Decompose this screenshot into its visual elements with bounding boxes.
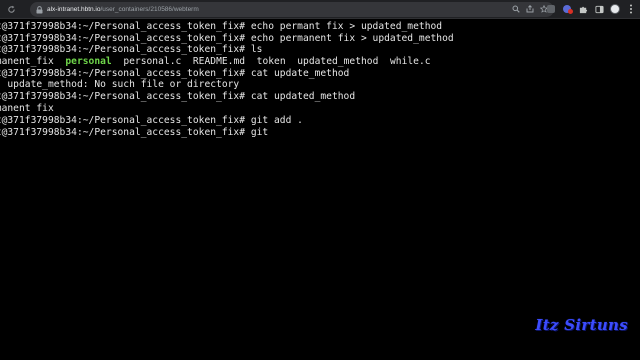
browser-toolbar: alx-intranet.hbtn.io /user_containers/21…: [0, 0, 640, 19]
zoom-icon-svg: [512, 5, 520, 13]
toolbar-actions: [546, 3, 636, 15]
terminal-line: rmanent fix: [0, 102, 54, 114]
terminal-output: ot@371f37998b34:~/Personal_access_token_…: [0, 21, 454, 138]
lock-icon-svg: [36, 5, 42, 13]
extension-box-icon: [547, 5, 555, 13]
address-bar[interactable]: alx-intranet.hbtn.io /user_containers/21…: [30, 2, 554, 17]
nav-buttons: [0, 4, 16, 14]
ls-gap: [181, 56, 193, 67]
ls-file: README.md: [192, 56, 246, 68]
terminal-current-input: ot@371f37998b34:~/Personal_access_token_…: [0, 127, 274, 139]
watermark: Itz Sirtuns: [535, 316, 628, 334]
sidepanel-icon-svg: [594, 5, 604, 13]
ls-file: rmanent_fix: [0, 56, 54, 68]
extension-icon[interactable]: [546, 3, 556, 15]
ls-file: token: [256, 56, 286, 68]
terminal-line: ot@371f37998b34:~/Personal_access_token_…: [0, 114, 303, 126]
puzzle-icon[interactable]: [578, 3, 588, 15]
kebab-menu-icon-svg: [630, 4, 632, 14]
kebab-menu-icon[interactable]: [626, 3, 636, 15]
ls-directory: personal: [65, 56, 112, 68]
share-icon-svg: [526, 4, 534, 13]
share-icon[interactable]: [526, 4, 534, 16]
terminal-line: ot@371f37998b34:~/Personal_access_token_…: [0, 91, 356, 103]
terminal-line: ot@371f37998b34:~/Personal_access_token_…: [0, 67, 350, 79]
terminal-line: ot@371f37998b34:~/Personal_access_token_…: [0, 44, 263, 56]
terminal-cursor: [274, 126, 280, 136]
reload-icon[interactable]: [6, 4, 16, 14]
zoom-icon[interactable]: [512, 5, 520, 16]
terminal-line: ot@371f37998b34:~/Personal_access_token_…: [0, 21, 443, 32]
ls-file: while.c: [389, 56, 431, 68]
extension-red-icon: [563, 5, 573, 14]
ls-gap: [286, 56, 298, 67]
reload-icon-svg: [7, 5, 15, 13]
ls-gap: [245, 56, 257, 67]
terminal-line: t: update_method: No such file or direct…: [0, 79, 240, 91]
lock-icon[interactable]: [35, 5, 43, 14]
url-host: alx-intranet.hbtn.io: [47, 6, 101, 13]
extension-badge-icon[interactable]: [562, 3, 573, 15]
ls-gap: [378, 56, 390, 67]
terminal-line: ot@371f37998b34:~/Personal_access_token_…: [0, 32, 454, 44]
ls-file: updated_method: [297, 56, 379, 68]
profile-avatar[interactable]: [610, 3, 620, 15]
ls-gap: [112, 56, 124, 67]
ls-gap: [54, 56, 66, 67]
url-path: /user_containers/210586/webterm: [100, 6, 199, 13]
puzzle-icon-svg: [579, 6, 587, 13]
sidepanel-icon[interactable]: [594, 3, 604, 15]
avatar: [610, 4, 620, 14]
ls-file: personal.c: [123, 56, 182, 68]
webterm-terminal[interactable]: ot@371f37998b34:~/Personal_access_token_…: [0, 19, 640, 360]
ls-output-line: rmanent_fix personal personal.c README.m…: [0, 56, 454, 68]
terminal-prompt-line[interactable]: ot@371f37998b34:~/Personal_access_token_…: [0, 126, 454, 138]
omnibox-actions: [512, 4, 549, 16]
